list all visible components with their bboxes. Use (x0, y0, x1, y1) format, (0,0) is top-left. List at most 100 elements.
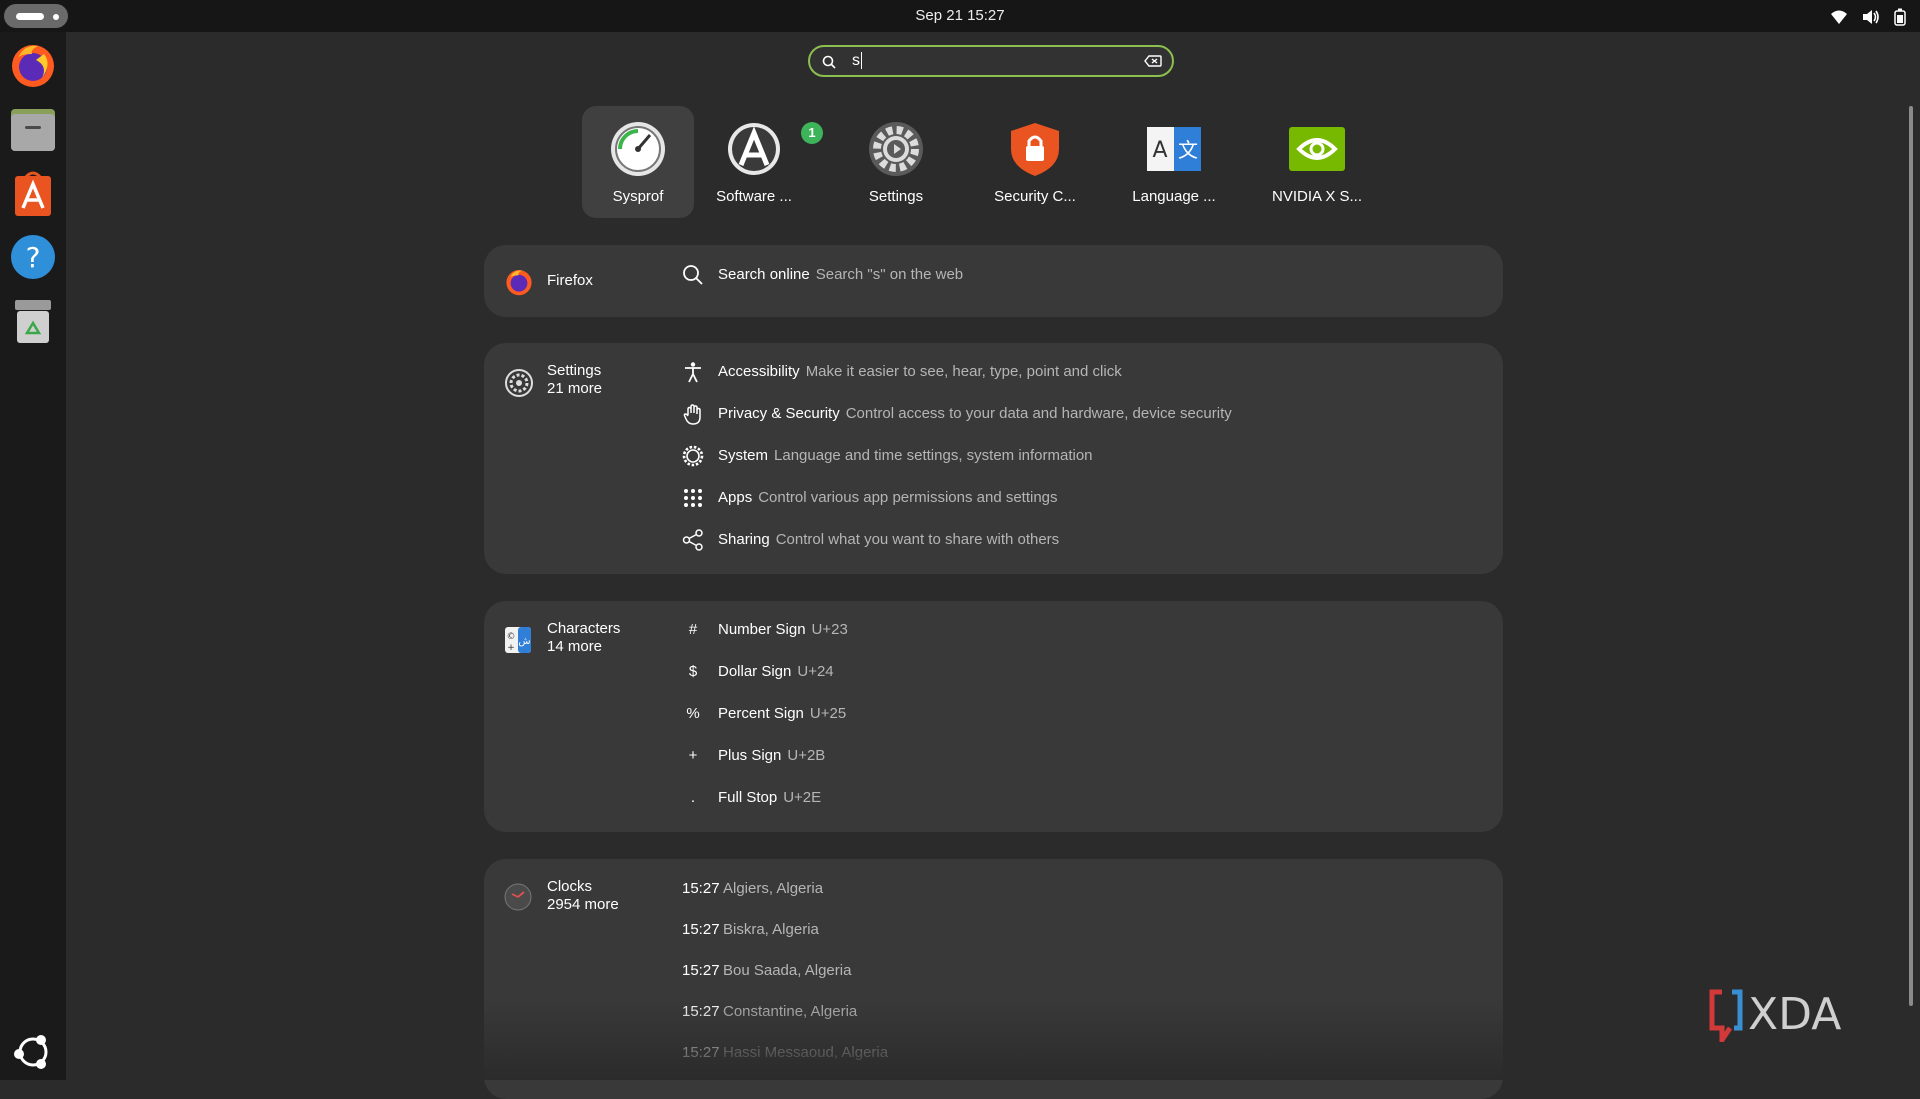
app-security-center[interactable]: Security C... (979, 106, 1091, 218)
app-label: Language ... (1132, 188, 1216, 205)
result-description: U+2E (783, 789, 822, 806)
result-title: Dollar Sign (718, 663, 792, 680)
security-center-icon (1011, 123, 1059, 176)
character-glyph: + (688, 747, 698, 764)
clock-icon (504, 883, 532, 911)
app-label: Software ... (716, 188, 792, 205)
settings-gear-icon (505, 369, 533, 397)
search-text: s (852, 52, 862, 70)
provider-name: Characters (547, 620, 621, 637)
clock-location: Bou Saada, Algeria (723, 962, 852, 979)
app-language-support[interactable]: A 文 Language ... (1118, 106, 1230, 218)
result-title: Sharing (718, 531, 770, 548)
clock-time: 15:27 (682, 1003, 720, 1020)
show-apps-icon[interactable] (8, 1027, 58, 1077)
volume-icon[interactable] (1862, 9, 1880, 25)
hand-icon (683, 404, 701, 425)
character-glyph: # (688, 621, 698, 638)
app-label: Settings (868, 188, 924, 205)
app-software[interactable]: Software ... (698, 106, 810, 218)
wifi-icon[interactable] (1830, 9, 1848, 25)
result-description: U+24 (797, 663, 834, 680)
search-icon (683, 265, 703, 285)
character-glyph: % (686, 705, 700, 722)
firefox-search-provider[interactable]: Firefox Search online Search "s" on the w… (484, 245, 1503, 317)
svg-text:文: 文 (1178, 138, 1198, 162)
result-title: System (718, 447, 769, 464)
result-description: Control what you want to share with othe… (775, 531, 1060, 548)
result-title: Number Sign (718, 621, 806, 638)
top-bar: Sep 21 15:27 (0, 0, 1920, 32)
sysprof-icon (611, 122, 665, 176)
xda-watermark: XDA (1708, 988, 1888, 1049)
results-scrollbar[interactable] (1909, 106, 1913, 1006)
provider-more-count: 21 more (547, 380, 603, 397)
character-glyph: $ (688, 663, 698, 680)
files-icon[interactable] (8, 104, 58, 154)
result-description: U+25 (809, 705, 847, 722)
provider-name: Firefox (547, 272, 593, 289)
search-input[interactable]: s (808, 45, 1174, 77)
characters-search-provider[interactable]: © + ش Characters 14 more # Number Sign U+… (484, 601, 1503, 832)
clocks-search-provider[interactable]: Clocks 2954 more 15:27 Algiers, Algeria 1… (484, 859, 1503, 1099)
accessibility-icon (685, 362, 701, 383)
apps-grid-icon (684, 489, 702, 507)
result-title: Search online (718, 266, 810, 283)
clock-location: Constantine, Algeria (723, 1003, 858, 1020)
result-description: Control various app permissions and sett… (758, 489, 1058, 506)
date-time[interactable]: Sep 21 15:27 (0, 0, 1920, 32)
dock: ? (0, 32, 66, 1080)
clock-location: Algiers, Algeria (723, 880, 824, 897)
app-center-icon[interactable] (8, 168, 58, 218)
result-description: Control access to your data and hardware… (845, 405, 1232, 422)
clock-time: 15:27 (682, 921, 720, 938)
app-label: NVIDIA X S... (1271, 188, 1363, 205)
settings-search-provider[interactable]: Settings 21 more Accessibility Make it ea… (484, 343, 1503, 574)
result-description: Make it easier to see, hear, type, point… (805, 363, 1122, 380)
app-sysprof[interactable]: Sysprof (582, 106, 694, 218)
clock-time: 15:27 (682, 962, 720, 979)
result-title: Full Stop (718, 789, 778, 806)
clock-location: Hassi Messaoud, Algeria (723, 1044, 889, 1061)
provider-more-count: 2954 more (547, 896, 619, 913)
firefox-icon[interactable] (8, 40, 58, 90)
clear-search-icon[interactable] (1144, 55, 1162, 67)
svg-text:A: A (1152, 138, 1167, 163)
result-description: U+2B (787, 747, 826, 764)
svg-text:©: © (507, 632, 516, 642)
share-icon (682, 529, 703, 551)
provider-name: Settings (547, 362, 602, 379)
gear-icon (682, 445, 704, 467)
result-title: Apps (718, 489, 753, 506)
provider-more-count: 14 more (547, 638, 603, 655)
nvidia-icon (1289, 127, 1345, 171)
help-icon[interactable]: ? (8, 232, 58, 282)
svg-text:?: ? (26, 241, 41, 274)
battery-icon[interactable] (1894, 8, 1906, 26)
xda-logo: XDA (1709, 989, 1841, 1049)
app-label: Security C... (994, 188, 1076, 205)
character-glyph: . (690, 789, 696, 806)
app-settings[interactable]: Settings (840, 106, 952, 218)
trash-icon[interactable] (8, 296, 58, 346)
clock-location: Biskra, Algeria (723, 921, 819, 938)
svg-text:ش: ش (518, 636, 530, 647)
update-count-badge: 1 (801, 122, 823, 144)
provider-name: Clocks (547, 878, 593, 895)
result-description: Search "s" on the web (815, 266, 964, 283)
app-label: Sysprof (612, 188, 664, 205)
language-icon: A 文 (1147, 127, 1201, 171)
result-title: Privacy & Security (718, 405, 840, 422)
software-icon (728, 123, 780, 175)
result-title: Percent Sign (718, 705, 804, 722)
settings-gear-icon (869, 122, 923, 176)
result-title: Accessibility (718, 363, 800, 380)
svg-text:+: + (507, 643, 515, 653)
firefox-icon (506, 270, 532, 296)
watermark-text: XDA (1748, 989, 1841, 1040)
system-tray[interactable] (1830, 8, 1906, 26)
result-description: Language and time settings, system infor… (774, 447, 1093, 464)
text-cursor (861, 52, 862, 70)
app-nvidia-settings[interactable]: NVIDIA X S... (1261, 106, 1373, 218)
result-description: U+23 (811, 621, 848, 638)
